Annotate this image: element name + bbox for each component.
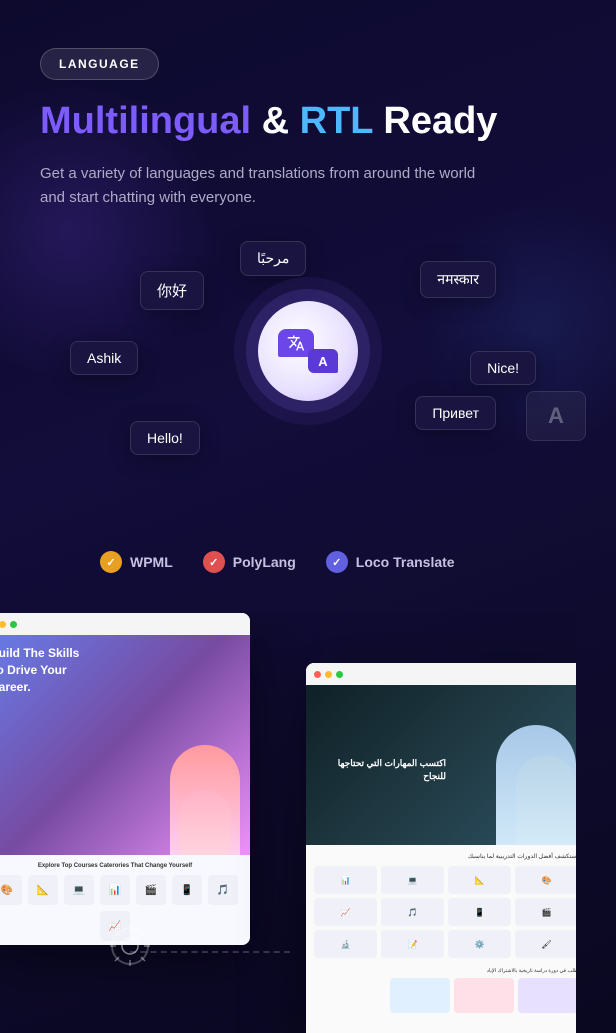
polylang-label: PolyLang bbox=[233, 554, 296, 570]
loco-check-icon: ✓ bbox=[326, 551, 348, 573]
course-icon-1: 🎨 bbox=[0, 875, 22, 905]
rtl-promo-1 bbox=[518, 978, 576, 1013]
dot-red-rtl bbox=[314, 671, 321, 678]
rtl-icon-3: 💻 bbox=[381, 866, 444, 894]
polylang-check-icon: ✓ bbox=[203, 551, 225, 573]
rtl-extra-section: طلب في دورة دراسة تاريخية بالاشتراك الإي… bbox=[314, 968, 576, 1013]
content-area: LANGUAGE Multilingual & RTL Ready Get a … bbox=[0, 0, 616, 573]
rtl-courses-title: استكشف أفضل الدورات التدريبية لما يناسبك bbox=[314, 853, 576, 860]
browser-bar-rtl bbox=[306, 663, 576, 685]
rtl-hero-section: اكتسب المهارات التي تحتاجها للنجاح bbox=[306, 685, 576, 845]
rtl-extra-title: طلب في دورة دراسة تاريخية بالاشتراك الإي… bbox=[314, 968, 576, 974]
rtl-promo-3 bbox=[390, 978, 450, 1013]
plugin-wpml: ✓ WPML bbox=[100, 551, 173, 573]
loco-translate-label: Loco Translate bbox=[356, 554, 455, 570]
deco-a-decoration: A bbox=[526, 391, 586, 441]
sun-icon bbox=[108, 924, 152, 968]
rtl-icon-6: 📱 bbox=[448, 898, 511, 926]
translate-svg-icon bbox=[287, 334, 305, 352]
ltr-courses-title: Explore Top Courses Caterories That Chan… bbox=[0, 863, 242, 869]
title-ready: Ready bbox=[373, 100, 498, 142]
dot-green-rtl bbox=[336, 671, 343, 678]
rtl-courses-section: استكشف أفضل الدورات التدريبية لما يناسبك… bbox=[306, 845, 576, 1033]
ltr-hero-text: Build The Skills To Drive Your Career. bbox=[0, 645, 90, 695]
rtl-icon-11: 📝 bbox=[381, 930, 444, 958]
rtl-icon-12: 🔬 bbox=[314, 930, 377, 958]
translation-visual: A 你好 مرحبًا नमस्कार Ashik Nice! Привет bbox=[40, 241, 576, 521]
badge-label: LANGUAGE bbox=[59, 57, 140, 71]
bubble-nice: Nice! bbox=[470, 351, 536, 385]
ltr-hero-section: Build The Skills To Drive Your Career. bbox=[0, 635, 250, 855]
screenshot-ltr: Build The Skills To Drive Your Career. E… bbox=[0, 613, 250, 945]
wpml-label: WPML bbox=[130, 554, 173, 570]
bubble-namaste: नमस्कार bbox=[420, 261, 496, 298]
rtl-icon-9: 🖌 bbox=[515, 930, 576, 958]
ltr-person-illustration bbox=[170, 745, 240, 855]
rtl-icon-5: 🎬 bbox=[515, 898, 576, 926]
rtl-hero-text: اكتسب المهارات التي تحتاجها للنجاح bbox=[316, 757, 446, 784]
rtl-icon-4: 📊 bbox=[314, 866, 377, 894]
title-rtl: RTL bbox=[300, 100, 373, 142]
page-wrapper: LANGUAGE Multilingual & RTL Ready Get a … bbox=[0, 0, 616, 1033]
rtl-icons-grid: 🎨 📐 💻 📊 🎬 📱 🎵 📈 🖌 ⚙️ 📝 🔬 bbox=[314, 866, 576, 958]
dot-green bbox=[10, 621, 17, 628]
rtl-icon-7: 🎵 bbox=[381, 898, 444, 926]
browser-bar-ltr bbox=[0, 613, 250, 635]
bubble-privet: Привет bbox=[415, 396, 496, 430]
course-icon-4: 📊 bbox=[100, 875, 130, 905]
subtitle: Get a variety of languages and translati… bbox=[40, 162, 500, 212]
bubble-marhaban: مرحبًا bbox=[240, 241, 306, 276]
ltr-hero-title: Build The Skills To Drive Your Career. bbox=[0, 646, 79, 694]
course-icon-2: 📐 bbox=[28, 875, 58, 905]
chat-bubble-2-icon: A bbox=[308, 349, 338, 373]
rtl-icon-10: ⚙️ bbox=[448, 930, 511, 958]
screenshot-rtl: اكتسب المهارات التي تحتاجها للنجاح استكش… bbox=[306, 663, 576, 1033]
course-icon-3: 💻 bbox=[64, 875, 94, 905]
bubble-hello: Hello! bbox=[130, 421, 200, 455]
plugin-loco-translate: ✓ Loco Translate bbox=[326, 551, 455, 573]
dot-yellow bbox=[0, 621, 6, 628]
rtl-promo-2 bbox=[454, 978, 514, 1013]
connector-line bbox=[130, 951, 290, 953]
rtl-person-illustration bbox=[496, 725, 576, 845]
bubble-nihao: 你好 bbox=[140, 271, 204, 310]
course-icon-6: 📱 bbox=[172, 875, 202, 905]
rtl-icon-8: 📈 bbox=[314, 898, 377, 926]
plugin-polylang: ✓ PolyLang bbox=[203, 551, 296, 573]
translate-circle: A bbox=[258, 301, 358, 401]
wpml-check-icon: ✓ bbox=[100, 551, 122, 573]
rtl-hero-title: اكتسب المهارات التي تحتاجها للنجاح bbox=[338, 758, 446, 782]
course-icon-5: 🎬 bbox=[136, 875, 166, 905]
main-title: Multilingual & RTL Ready bbox=[40, 100, 576, 144]
title-and: & bbox=[251, 100, 300, 142]
language-badge: LANGUAGE bbox=[40, 48, 159, 80]
rtl-icon-2: 📐 bbox=[448, 866, 511, 894]
plugins-row: ✓ WPML ✓ PolyLang ✓ Loco Translate bbox=[40, 551, 576, 573]
translate-icon-inner: A bbox=[278, 329, 338, 373]
screenshots-section: Build The Skills To Drive Your Career. E… bbox=[0, 613, 576, 1033]
rtl-icon-1: 🎨 bbox=[515, 866, 576, 894]
title-multilingual: Multilingual bbox=[40, 100, 251, 142]
rtl-promo-row bbox=[314, 978, 576, 1013]
dot-yellow-rtl bbox=[325, 671, 332, 678]
course-icon-7: 🎵 bbox=[208, 875, 238, 905]
bubble-ashik: Ashik bbox=[70, 341, 138, 375]
